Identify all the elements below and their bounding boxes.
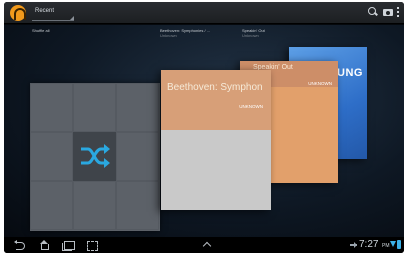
tablet-screen: Recent Shuffle all Beethoven: Symphonies… [4,2,404,253]
camera-icon[interactable] [382,6,394,18]
view-spinner[interactable]: Recent [32,7,74,21]
menu-icon[interactable] [395,6,401,18]
up-arrow-icon[interactable] [202,241,212,249]
shuffle-all-card[interactable] [30,83,160,231]
recent-apps-icon[interactable] [62,240,75,251]
usb-icon [350,242,357,248]
album-card-artist: UNKNOWN [308,81,332,86]
battery-icon [397,240,401,249]
music-app-icon[interactable] [10,5,26,21]
album-title-shuffle: Shuffle all [32,28,50,33]
action-bar: Recent [4,2,404,24]
home-icon[interactable] [38,240,50,250]
clock-time[interactable]: 7:27 [359,239,378,250]
shuffle-tile[interactable] [73,132,116,181]
wifi-icon [390,241,396,248]
search-icon[interactable] [367,6,379,18]
view-spinner-label: Recent [35,8,55,14]
album-card-beethoven[interactable]: Beethoven: Symphon UNKNOWN [161,70,271,210]
shuffle-icon [81,144,110,168]
album-brand-text: UNG [337,67,363,79]
album-card-artist: UNKNOWN [239,104,263,109]
system-bar: 7:27 PM [4,237,404,253]
album-subtitle-speakin: Unknown [242,33,259,38]
album-carousel[interactable]: Shuffle all Beethoven: Symphonies / ... … [4,25,404,237]
screenshot-icon[interactable] [86,240,98,251]
album-card-title: Beethoven: Symphon [167,82,263,93]
back-icon[interactable] [14,240,26,250]
spinner-indicator-icon [70,16,74,20]
album-subtitle-beethoven: Unknown [160,33,177,38]
clock-ampm: PM [382,243,390,249]
